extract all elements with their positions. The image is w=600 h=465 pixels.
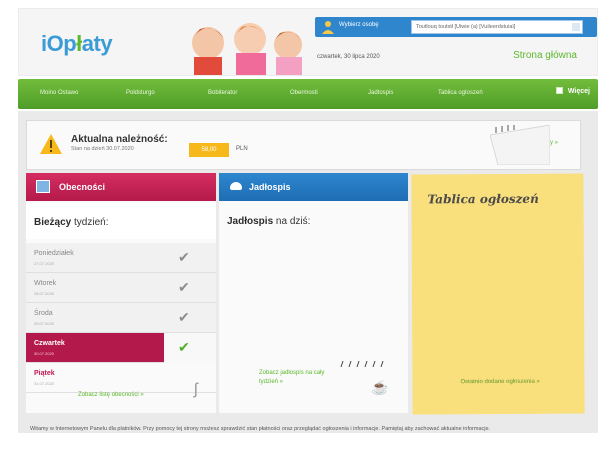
page-header: iOpłaty Wybierz osobę Toutlouq toutstł [… (18, 8, 598, 76)
nav-item-2[interactable]: Poldsturgo (126, 90, 155, 96)
attendance-list-link[interactable]: Zobacz listę obecności » (78, 392, 144, 398)
current-week-label: Bieżący tydzień: (26, 203, 216, 239)
check-icon: ✔ (178, 339, 190, 355)
attendance-header[interactable]: Obecności (26, 173, 216, 201)
footer-text: Witamy w Internetowym Panelu dla platnik… (30, 426, 491, 432)
menu-card: Jadłospis Jadłospis na dziś: Zobacz jadł… (219, 173, 408, 413)
recent-notices-link[interactable]: Ostatnio dodane ogłoszenia » (460, 379, 539, 385)
attendance-days-list: Poniedziałek 27.07.2020 ✔ Wtorek 28.07.2… (26, 243, 216, 393)
weekly-menu-link[interactable]: Zobacz jadłospis na cały tydzień » (259, 369, 339, 387)
attendance-card: Obecności Bieżący tydzień: Poniedziałek … (26, 173, 216, 413)
dues-title: Aktualna należność: (71, 134, 168, 145)
check-icon: ✔ (178, 249, 190, 265)
main-navigation: Moino Ostawo Poldsturgo Bobiterator Ober… (18, 79, 598, 109)
nav-item-attendance[interactable]: Obermosti (290, 90, 318, 96)
menu-today-label: Jadłospis na dziś: (227, 216, 311, 227)
nav-more-button[interactable]: Więcej (555, 87, 590, 95)
spiral-binding-decoration (340, 361, 384, 367)
home-link[interactable]: Strona główna (513, 50, 577, 61)
check-icon: ✔ (178, 309, 190, 325)
notice-board-title: Tablica ogłoszeń (427, 191, 539, 207)
more-icon (555, 87, 563, 94)
chevron-down-icon (572, 23, 580, 31)
today-check-cell: ✔ (164, 333, 216, 363)
app-logo[interactable]: iOpłaty (41, 31, 113, 57)
warning-icon (40, 134, 62, 154)
current-date: czwartek, 30 lipca 2020 (317, 54, 380, 60)
select-child-label: Wybierz osobę (339, 22, 379, 28)
menu-title: Jadłospis (249, 182, 291, 192)
dues-amount: 58,00 (189, 143, 229, 157)
today-day-label: Czwartek 30.07.2020 (26, 333, 164, 363)
user-icon (322, 21, 334, 34)
nav-item-1[interactable]: Moino Ostawo (40, 90, 78, 96)
nav-item-3[interactable]: Bobiterator (208, 90, 237, 96)
attendance-day-row-today[interactable]: Czwartek 30.07.2020 ✔ (26, 333, 216, 363)
child-select-dropdown[interactable]: Toutlouq toutstł [Uiwie (a) [Vuileerdstu… (411, 20, 583, 34)
attendance-title: Obecności (59, 182, 106, 192)
attendance-day-row[interactable]: Piątek 31.07.2020 (26, 363, 216, 393)
header-children-image (192, 23, 302, 75)
notice-board-card: Tablica ogłoszeń Ostatnio dodane ogłosze… (411, 173, 585, 415)
check-icon: ✔ (178, 279, 190, 295)
dues-date: Stan na dzień 30.07.2020 (71, 146, 134, 152)
dish-icon (230, 182, 242, 190)
attendance-day-row[interactable]: Poniedziałek 27.07.2020 ✔ (26, 243, 216, 273)
attendance-day-row[interactable]: Wtorek 28.07.2020 ✔ (26, 273, 216, 303)
calendar-icon (36, 180, 50, 193)
attendance-day-row[interactable]: Środa 29.07.2020 ✔ (26, 303, 216, 333)
nav-item-notice-board[interactable]: Tablica ogtoszeń (438, 90, 483, 96)
child-select-value: Toutlouq toutstł [Uiwie (a) [Vuileerdstu… (416, 24, 516, 30)
paperclip-icon: ʃ (194, 381, 198, 398)
spiral-note-decoration (490, 125, 550, 165)
menu-header[interactable]: Jadłospis (219, 173, 408, 201)
user-select-bar: Wybierz osobę Toutlouq toutstł [Uiwie (a… (315, 17, 597, 37)
nav-item-menu[interactable]: Jadtospis (368, 90, 393, 96)
cup-icon: ☕ (371, 379, 389, 395)
dues-currency: PLN (236, 146, 248, 152)
